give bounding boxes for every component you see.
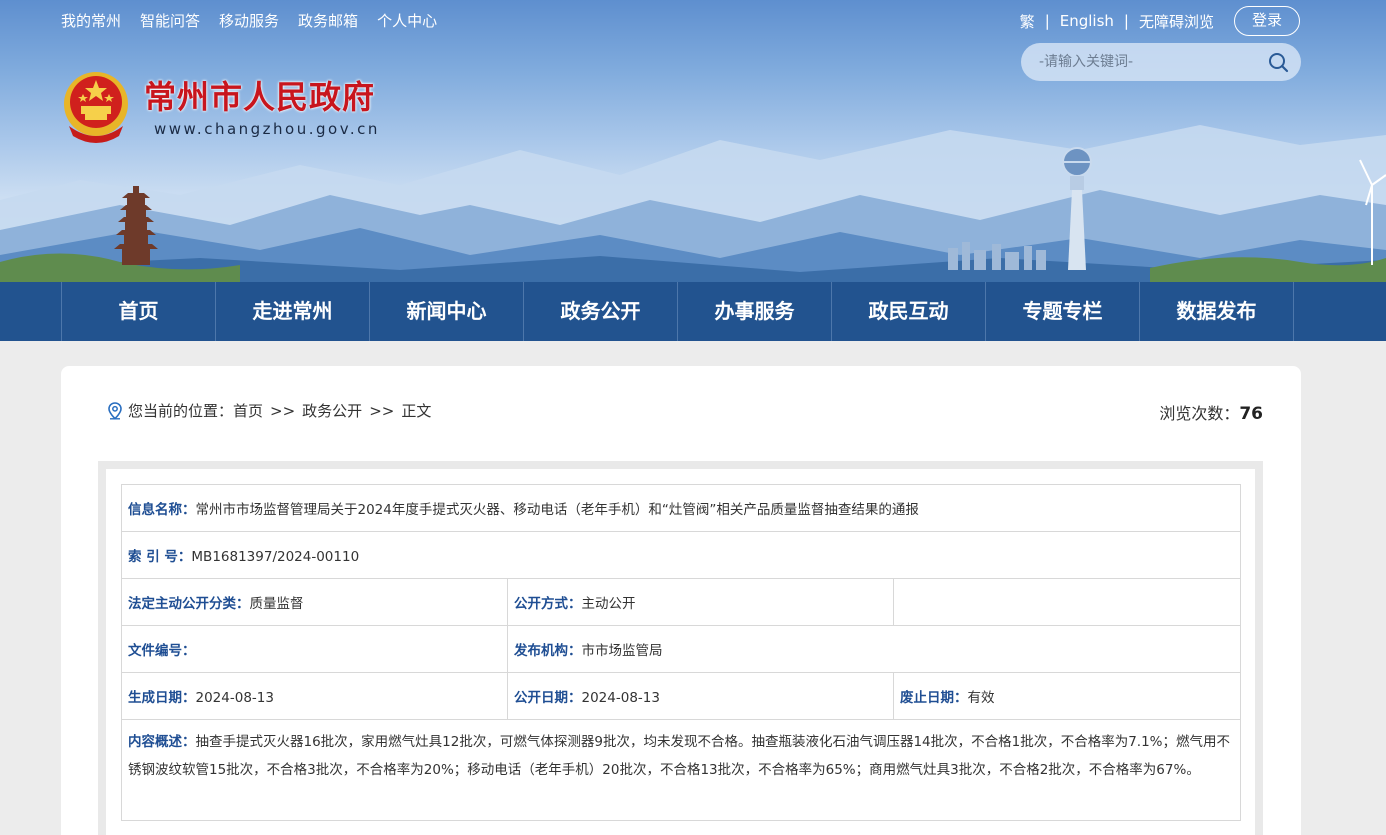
nav-gov-affairs[interactable]: 政务公开 — [524, 282, 678, 341]
location-pin-icon — [108, 401, 122, 420]
nav-home[interactable]: 首页 — [62, 282, 216, 341]
table-row: 生成日期：2024-08-13 公开日期：2024-08-13 废止日期：有效 — [121, 672, 1242, 720]
view-count-value: 76 — [1239, 404, 1263, 424]
national-emblem-icon — [64, 72, 128, 143]
traditional-chinese-link[interactable]: 繁 — [1020, 11, 1035, 32]
top-links: 我的常州 智能问答 移动服务 政务邮箱 个人中心 — [61, 10, 437, 32]
info-docno-key: 文件编号： — [128, 643, 196, 659]
breadcrumb-current: 正文 — [401, 402, 432, 420]
table-row: 索 引 号：MB1681397/2024-00110 — [120, 531, 1242, 579]
site-url: www.changzhou.gov.cn — [154, 120, 380, 138]
breadcrumb-home[interactable]: 首页 — [233, 400, 263, 421]
info-method-key: 公开方式： — [514, 596, 582, 612]
content-panel: 您当前的位置： 首页 >> 政务公开 >> 正文 浏览次数：76 信息名称：常州… — [61, 366, 1301, 835]
info-expiry-cell: 废止日期：有效 — [892, 672, 1242, 720]
breadcrumb-label: 您当前的位置： — [128, 402, 234, 420]
info-created-cell: 生成日期：2024-08-13 — [121, 672, 508, 720]
info-created-value: 2024-08-13 — [195, 690, 274, 706]
view-count-label: 浏览次数： — [1159, 404, 1240, 423]
info-name-value: 常州市市场监督管理局关于2024年度手提式灭火器、移动电话（老年手机）和“灶管阀… — [195, 502, 919, 518]
breadcrumb-separator: >> — [270, 401, 296, 420]
info-method-cell: 公开方式：主动公开 — [507, 578, 894, 626]
info-box: 信息名称：常州市市场监督管理局关于2024年度手提式灭火器、移动电话（老年手机）… — [106, 469, 1255, 835]
nav-interaction[interactable]: 政民互动 — [832, 282, 986, 341]
site-title: 常州市人民政府 — [144, 78, 376, 116]
info-name-cell: 信息名称：常州市市场监督管理局关于2024年度手提式灭火器、移动电话（老年手机）… — [120, 484, 1242, 532]
toolbar-separator: | — [1123, 12, 1129, 30]
table-row: 信息名称：常州市市场监督管理局关于2024年度手提式灭火器、移动电话（老年手机）… — [120, 484, 1242, 532]
link-mobile-service[interactable]: 移动服务 — [219, 10, 279, 32]
info-published-cell: 公开日期：2024-08-13 — [507, 672, 894, 720]
search-input[interactable] — [1039, 51, 1259, 73]
breadcrumb-separator: >> — [369, 401, 395, 420]
info-category-value: 质量监督 — [249, 596, 304, 612]
nav-about-changzhou[interactable]: 走进常州 — [216, 282, 370, 341]
nav-data-release[interactable]: 数据发布 — [1140, 282, 1294, 341]
info-expiry-value: 有效 — [967, 690, 995, 706]
link-gov-mail[interactable]: 政务邮箱 — [298, 10, 358, 32]
info-summary-cell: 内容概述：抽查手提式灭火器16批次，家用燃气灶具12批次，可燃气体探测器9批次，… — [120, 719, 1242, 821]
link-personal-center[interactable]: 个人中心 — [377, 10, 437, 32]
nav-services[interactable]: 办事服务 — [678, 282, 832, 341]
info-index-key: 索 引 号： — [128, 549, 192, 565]
table-row: 内容概述：抽查手提式灭火器16批次，家用燃气灶具12批次，可燃气体探测器9批次，… — [120, 719, 1242, 821]
utility-toolbar: 繁 | English | 无障碍浏览 登录 — [1020, 6, 1300, 36]
info-publisher-key: 发布机构： — [514, 643, 582, 659]
info-empty-cell — [892, 578, 1242, 626]
info-publisher-value: 市市场监管局 — [581, 643, 663, 659]
info-docno-cell: 文件编号： — [121, 625, 508, 673]
info-index-value: MB1681397/2024-00110 — [191, 549, 360, 565]
header-banner: 我的常州 智能问答 移动服务 政务邮箱 个人中心 繁 | English | 无… — [0, 0, 1386, 282]
info-summary-key: 内容概述： — [128, 734, 196, 750]
view-count: 浏览次数：76 — [1159, 400, 1263, 424]
info-created-key: 生成日期： — [128, 690, 196, 706]
info-published-value: 2024-08-13 — [581, 690, 660, 706]
info-frame: 信息名称：常州市市场监督管理局关于2024年度手提式灭火器、移动电话（老年手机）… — [98, 461, 1263, 835]
table-row: 文件编号： 发布机构：市市场监管局 — [121, 625, 1242, 673]
info-expiry-key: 废止日期： — [900, 690, 968, 706]
info-summary-value: 抽查手提式灭火器16批次，家用燃气灶具12批次，可燃气体探测器9批次，均未发现不… — [128, 734, 1231, 778]
table-row: 法定主动公开分类：质量监督 公开方式：主动公开 — [121, 578, 1242, 626]
english-link[interactable]: English — [1060, 12, 1114, 30]
link-my-changzhou[interactable]: 我的常州 — [61, 10, 121, 32]
info-category-key: 法定主动公开分类： — [128, 596, 250, 612]
main-nav: 首页 走进常州 新闻中心 政务公开 办事服务 政民互动 专题专栏 数据发布 — [0, 282, 1386, 341]
toolbar-separator: | — [1044, 12, 1050, 30]
info-method-value: 主动公开 — [581, 596, 636, 612]
info-name-key: 信息名称： — [128, 502, 196, 518]
info-publisher-cell: 发布机构：市市场监管局 — [506, 625, 1242, 673]
nav-news-center[interactable]: 新闻中心 — [370, 282, 524, 341]
breadcrumb-gov-affairs[interactable]: 政务公开 — [302, 400, 362, 421]
info-table: 信息名称：常州市市场监督管理局关于2024年度手提式灭火器、移动电话（老年手机）… — [120, 484, 1242, 821]
accessible-browse-link[interactable]: 无障碍浏览 — [1139, 11, 1214, 32]
search-icon[interactable] — [1268, 52, 1289, 73]
nav-special-topics[interactable]: 专题专栏 — [986, 282, 1140, 341]
search-box — [1021, 43, 1301, 81]
info-index-cell: 索 引 号：MB1681397/2024-00110 — [120, 531, 1242, 579]
info-category-cell: 法定主动公开分类：质量监督 — [121, 578, 508, 626]
link-smart-qa[interactable]: 智能问答 — [140, 10, 200, 32]
login-button[interactable]: 登录 — [1234, 6, 1300, 36]
info-published-key: 公开日期： — [514, 690, 582, 706]
breadcrumb: 您当前的位置： 首页 >> 政务公开 >> 正文 — [107, 400, 431, 421]
